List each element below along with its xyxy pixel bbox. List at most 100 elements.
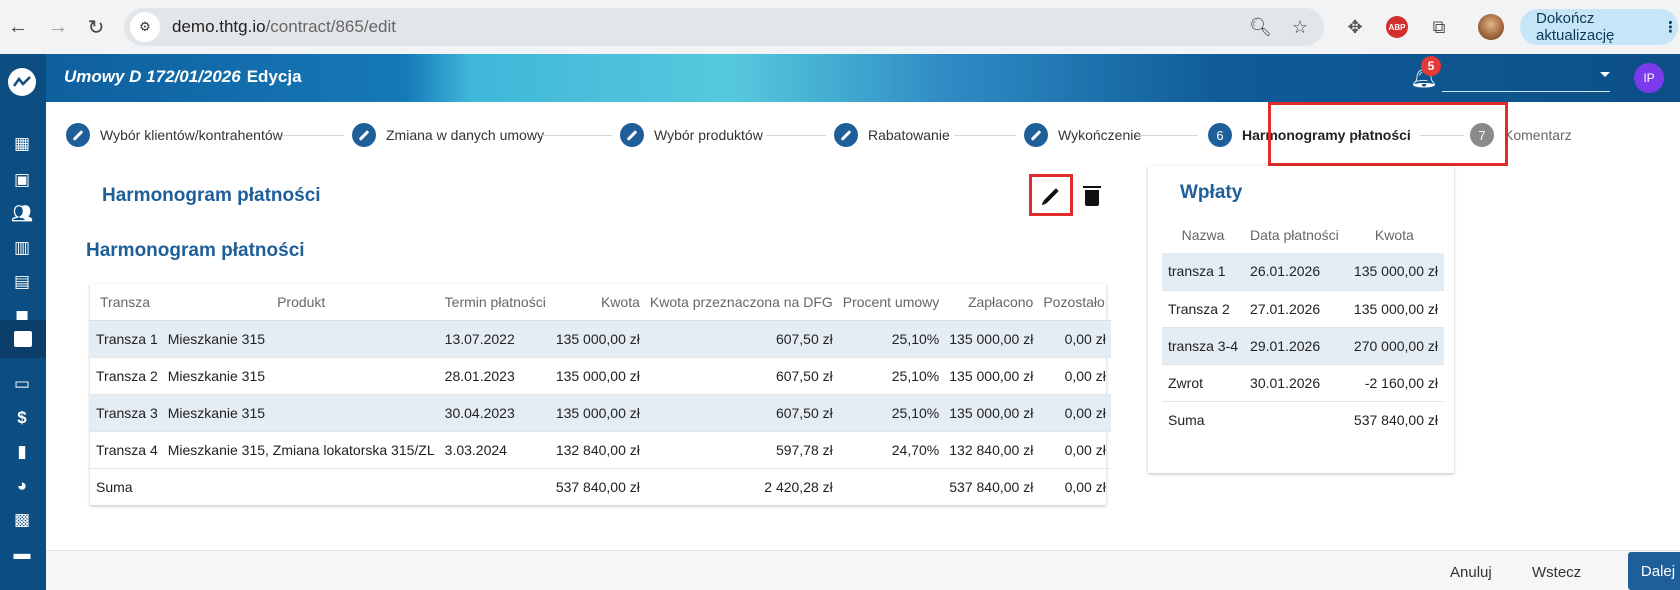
- cell-empty: [837, 467, 945, 505]
- url-text[interactable]: demo.thtg.io/contract/865/edit: [172, 17, 396, 37]
- cell-product: Mieszkanie 315: [162, 357, 440, 395]
- back-arrow-icon[interactable]: ←: [0, 9, 36, 45]
- pencil-icon: [834, 123, 858, 147]
- extensions-puzzle-icon[interactable]: ⧉: [1424, 12, 1454, 42]
- cell-name: transza 1: [1162, 253, 1245, 291]
- user-avatar[interactable]: IP: [1634, 63, 1664, 93]
- col-header-contract-percent[interactable]: Procent umowy: [837, 284, 945, 321]
- cell-contract-percent: 25,10%: [837, 357, 945, 395]
- col-header-due-date[interactable]: Termin płatności: [439, 284, 551, 321]
- store-icon[interactable]: ▤: [10, 270, 34, 294]
- menu-dots-icon[interactable]: ⋮: [1663, 18, 1678, 36]
- back-button[interactable]: Wstecz: [1532, 559, 1581, 585]
- col-header-amount[interactable]: Kwota: [550, 284, 645, 321]
- bar-chart-icon[interactable]: ▩: [10, 508, 34, 532]
- list-item[interactable]: Zwrot 30.01.2026 -2 160,00 zł: [1162, 364, 1444, 402]
- step-number: 6: [1208, 123, 1232, 147]
- step-connector: [1138, 135, 1198, 136]
- payments-header-row: Nazwa Data płatności Kwota: [1162, 217, 1444, 253]
- step-discounts[interactable]: Rabatowanie: [834, 119, 950, 151]
- cell-remaining: 0,00 zł: [1038, 357, 1111, 395]
- folder-icon[interactable]: [0, 320, 46, 358]
- table-row[interactable]: Transza 1 Mieszkanie 315 13.07.2022 135 …: [90, 320, 1111, 358]
- wizard-stepper: Wybór klientów/kontrahentów Zmiana w dan…: [46, 102, 1680, 166]
- payments-sum-row: Suma 537 840,00 zł: [1162, 400, 1444, 438]
- forward-arrow-icon[interactable]: →: [40, 9, 76, 45]
- step-contract-changes[interactable]: Zmiana w danych umowy: [352, 119, 544, 151]
- profile-photo-icon[interactable]: [1476, 12, 1506, 42]
- list-item[interactable]: Transza 2 27.01.2026 135 000,00 zł: [1162, 290, 1444, 328]
- address-bar[interactable]: ⚙ demo.thtg.io/contract/865/edit 🔍︎ ☆: [124, 8, 1324, 46]
- step-client-selection[interactable]: Wybór klientów/kontrahentów: [66, 119, 283, 151]
- table-title: Harmonogram płatności: [86, 240, 305, 261]
- cell-contract-percent: 25,10%: [837, 394, 945, 432]
- pencil-icon: [620, 123, 644, 147]
- cell-empty: [439, 467, 551, 505]
- table-row[interactable]: Transza 2 Mieszkanie 315 28.01.2023 135 …: [90, 357, 1111, 395]
- cell-name: Zwrot: [1162, 364, 1245, 402]
- cell-contract-percent: 24,70%: [837, 431, 945, 469]
- buildings-icon[interactable]: ▥: [10, 236, 34, 260]
- calendar-icon[interactable]: ▣: [10, 168, 34, 192]
- cell-paid: 135 000,00 zł: [944, 394, 1039, 432]
- list-item[interactable]: transza 1 26.01.2026 135 000,00 zł: [1162, 253, 1444, 291]
- dollar-icon[interactable]: $: [10, 406, 34, 430]
- step-finishing[interactable]: Wykończenie: [1024, 119, 1141, 151]
- cell-paid: 135 000,00 zł: [944, 320, 1039, 358]
- cell-paid: 132 840,00 zł: [944, 431, 1039, 469]
- reload-icon[interactable]: ↻: [78, 9, 114, 45]
- cell-sum-remaining: 0,00 zł: [1038, 467, 1111, 505]
- notification-count-badge: 5: [1421, 56, 1441, 76]
- people-icon[interactable]: 👥︎: [10, 202, 34, 226]
- col-header-amount[interactable]: Kwota: [1345, 217, 1444, 253]
- cell-payment-date: 27.01.2026: [1244, 290, 1345, 328]
- main-content: Harmonogram płatności Harmonogram płatno…: [46, 166, 1680, 550]
- step-label: Rabatowanie: [868, 127, 950, 143]
- cell-due-date: 13.07.2022: [439, 320, 551, 358]
- table-sum-row: Suma 537 840,00 zł 2 420,28 zł 537 840,0…: [90, 467, 1111, 505]
- cell-amount: 135 000,00 zł: [550, 394, 645, 432]
- col-header-tranche[interactable]: Transza: [90, 284, 163, 321]
- col-header-name[interactable]: Nazwa: [1162, 217, 1244, 253]
- cell-contract-percent: 25,10%: [837, 320, 945, 358]
- cell-empty: [1244, 400, 1345, 438]
- cancel-button[interactable]: Anuluj: [1450, 559, 1492, 585]
- bookmark-star-icon[interactable]: ☆: [1292, 17, 1308, 38]
- cell-sum-dfg: 2 420,28 zł: [644, 467, 838, 505]
- document-icon[interactable]: ▮: [10, 440, 34, 464]
- pie-chart-icon[interactable]: ◕: [10, 474, 34, 498]
- cell-payment-date: 29.01.2026: [1244, 327, 1345, 365]
- move-extension-icon[interactable]: ✥: [1340, 12, 1370, 42]
- pencil-icon: [352, 123, 376, 147]
- cell-sum-label: Suma: [1162, 400, 1245, 438]
- col-header-remaining[interactable]: Pozostało: [1038, 284, 1111, 321]
- payments-title: Wpłaty: [1180, 182, 1243, 203]
- delete-trash-icon[interactable]: [1078, 182, 1106, 210]
- table-row[interactable]: Transza 4 Mieszkanie 315, Zmiana lokator…: [90, 431, 1111, 469]
- cell-dfg-amount: 607,50 zł: [644, 394, 838, 432]
- cell-sum-label: Suma: [90, 467, 163, 505]
- app-logo-icon[interactable]: [8, 68, 36, 96]
- list-item[interactable]: transza 3-4 29.01.2026 270 000,00 zł: [1162, 327, 1444, 365]
- cell-remaining: 0,00 zł: [1038, 320, 1111, 358]
- col-header-product[interactable]: Produkt: [162, 284, 440, 321]
- next-button[interactable]: Dalej: [1628, 552, 1680, 590]
- site-settings-icon[interactable]: ⚙: [130, 12, 160, 42]
- credit-card-icon[interactable]: ▬: [10, 542, 34, 566]
- cell-product: Mieszkanie 315: [162, 394, 440, 432]
- table-row[interactable]: Transza 3 Mieszkanie 315 30.04.2023 135 …: [90, 394, 1111, 432]
- col-header-payment-date[interactable]: Data płatności: [1244, 217, 1345, 253]
- inbox-icon[interactable]: ▭: [10, 372, 34, 396]
- col-header-paid[interactable]: Zapłacono: [944, 284, 1039, 321]
- update-browser-button[interactable]: Dokończ aktualizację ⋮: [1520, 9, 1678, 45]
- adblock-extension-icon[interactable]: ABP: [1382, 12, 1412, 42]
- step-connector: [766, 135, 826, 136]
- payments-card: Wpłaty Nazwa Data płatności Kwota transz…: [1148, 166, 1454, 473]
- col-header-dfg-amount[interactable]: Kwota przeznaczona na DFG: [644, 284, 838, 321]
- step-product-selection[interactable]: Wybór produktów: [620, 119, 763, 151]
- zoom-icon[interactable]: 🔍︎: [1249, 17, 1272, 38]
- user-select-dropdown[interactable]: [1442, 64, 1610, 92]
- dashboard-icon[interactable]: ▦: [10, 132, 34, 156]
- cell-amount: 135 000,00 zł: [1344, 290, 1444, 328]
- chevron-down-icon: [1600, 72, 1610, 77]
